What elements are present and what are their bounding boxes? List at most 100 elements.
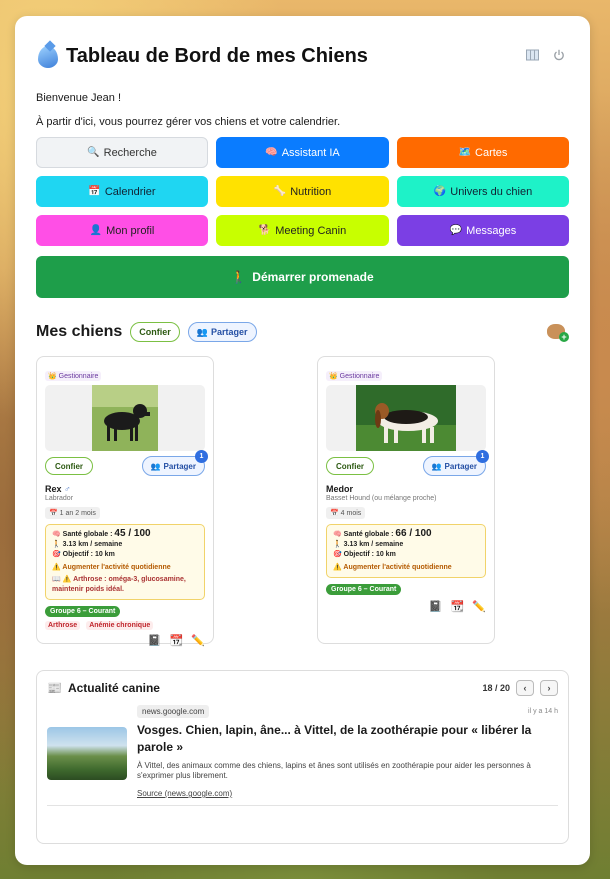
maps-button[interactable]: 🗺️ Cartes [397,137,569,168]
dog-breed: Basset Hound (ou mélange proche) [326,495,437,502]
dog-photo-frame [326,385,486,451]
meeting-button[interactable]: 🐕 Meeting Canin [216,215,389,246]
ai-assistant-icon: 🧠 [265,147,278,158]
role-label: Gestionnaire [339,373,380,380]
condition-tag: Arthrose [45,621,81,630]
notebook-icon[interactable]: 📓 [429,600,443,613]
article-source-link[interactable]: Source (news.google.com) [137,789,232,798]
health-score: 🧠 Santé globale : 45 / 100 [52,528,151,539]
activity-warning-text: Augmenter l'activité quotidienne [62,564,171,571]
confier-button[interactable]: Confier [326,457,374,475]
dog-name-text: Rex [45,484,62,494]
start-walk-button[interactable]: 🚶 Démarrer promenade [36,256,569,298]
share-label: Partager [444,461,477,471]
calendar-icon[interactable]: 📆 [170,634,184,647]
activity-warning: ⚠️ Augmenter l'activité quotidienne [333,564,452,571]
activity-warning-text: Augmenter l'activité quotidienne [343,564,452,571]
meeting-label: Meeting Canin [275,224,347,237]
weekly-distance-text: 3.13 km / semaine [343,541,404,548]
health-panel: 🧠 Santé globale : 45 / 100 🚶 3.13 km / s… [45,524,205,600]
share-all-label: Partager [210,327,248,337]
nutrition-icon: 🦴 [273,186,287,197]
dog-card: 👑 Gestionnaire Confier 👥 Partager 1 Medo… [317,356,495,644]
notebook-icon[interactable]: 📓 [148,634,162,647]
add-dog-icon[interactable]: + [545,322,569,342]
edit-pencil-icon[interactable]: ✏️ [472,600,486,613]
article-meta: news.google.com il y a 14 h [137,705,558,718]
weekly-distance-text: 3.13 km / semaine [62,541,123,548]
weekly-distance: 🚶 3.13 km / semaine [333,541,404,548]
article-body: news.google.com il y a 14 h Vosges. Chie… [137,705,558,801]
map-icon[interactable] [526,49,539,64]
calendar-label: Calendrier [104,185,156,198]
dog-tools: 📓 📆 ✏️ [45,634,205,647]
recommendation-text: Arthrose : oméga-3, glucosamine, mainten… [52,576,186,593]
water-drop-logo-icon [36,40,62,70]
start-walk-label: Démarrer promenade [252,270,374,284]
article-headline[interactable]: Vosges. Chien, lapin, âne... à Vittel, d… [137,722,558,756]
dog-universe-button[interactable]: 🌍 Univers du chien [397,176,569,207]
dog-card-actions: Confier 👥 Partager 1 [45,450,208,476]
messages-label: Messages [466,224,517,237]
confier-all-button[interactable]: Confier [130,322,180,342]
ai-assistant-label: Assistant IA [281,146,340,159]
health-label: Santé globale : [62,531,113,538]
welcome-text: Bienvenue Jean ! [36,92,122,104]
distance-goal-text: Objectif : 10 km [62,551,115,558]
role-label: Gestionnaire [58,373,99,380]
share-button[interactable]: 👥 Partager 1 [141,450,208,476]
news-prev-button[interactable]: ‹ [516,680,534,696]
health-panel: 🧠 Santé globale : 66 / 100 🚶 3.13 km / s… [326,524,486,578]
role-badge: 👑 Gestionnaire [45,371,102,381]
nutrition-button[interactable]: 🦴 Nutrition [216,176,389,207]
edit-pencil-icon[interactable]: ✏️ [191,634,205,647]
share-count-badge: 1 [476,450,489,463]
calendar-icon[interactable]: 📆 [451,600,465,613]
dashboard-card: Tableau de Bord de mes Chiens Bienvenue … [15,16,590,865]
dog-card-actions: Confier 👥 Partager 1 [326,450,489,476]
search-label: Recherche [103,146,157,159]
health-label: Santé globale : [343,531,394,538]
dog-tools: 📓 📆 ✏️ [326,600,486,613]
search-button[interactable]: 🔍 Recherche [36,137,208,168]
power-icon[interactable] [553,49,565,64]
header-icons [526,49,569,64]
distance-goal: 🎯 Objectif : 10 km [52,551,115,558]
health-score-value: 45 / 100 [114,528,151,539]
messages-button[interactable]: 💬 Messages [397,215,569,246]
health-score: 🧠 Santé globale : 66 / 100 [333,528,432,539]
search-icon: 🔍 [87,147,100,158]
profile-label: Mon profil [106,224,155,237]
dog-photo [356,385,456,451]
profile-button[interactable]: 👤 Mon profil [36,215,208,246]
dog-age-text: 1 an 2 mois [59,510,96,517]
news-counter: 18 / 20 [482,683,510,693]
menu-grid: 🔍 Recherche 🧠 Assistant IA 🗺️ Cartes 📅 Calendri… [36,137,569,246]
header: Tableau de Bord de mes Chiens [36,36,569,76]
news-title-text: Actualité canine [67,681,160,695]
news-next-button[interactable]: › [540,680,558,696]
dog-name: Medor [326,484,486,494]
share-all-button[interactable]: 👥 Partager [187,322,257,342]
share-label: Partager [163,461,196,471]
dog-photo-frame [45,385,205,451]
newspaper-icon: 📰 [47,681,62,695]
dog-age: 📅 4 mois [326,507,366,519]
share-button[interactable]: 👥 Partager 1 [422,450,489,476]
dog-name: Rex ♂ [45,484,205,494]
distance-goal-text: Objectif : 10 km [343,551,396,558]
ai-assistant-button[interactable]: 🧠 Assistant IA [216,137,389,168]
activity-warning: ⚠️ Augmenter l'activité quotidienne [52,564,171,571]
article-time: il y a 14 h [528,708,558,715]
walking-person-icon: 🚶 [231,270,247,284]
news-article[interactable]: news.google.com il y a 14 h Vosges. Chie… [47,705,558,801]
calendar-button[interactable]: 📅 Calendrier [36,176,208,207]
maps-label: Cartes [475,146,508,159]
dogs-section-title: Mes chiens [36,323,123,340]
calendar-icon: 📅 [88,186,101,197]
distance-goal: 🎯 Objectif : 10 km [333,551,396,558]
news-header: 📰 Actualité canine 18 / 20 ‹ › [47,679,558,697]
dog-universe-icon: 🌍 [433,186,447,197]
weekly-distance: 🚶 3.13 km / semaine [52,541,123,548]
confier-button[interactable]: Confier [45,457,93,475]
